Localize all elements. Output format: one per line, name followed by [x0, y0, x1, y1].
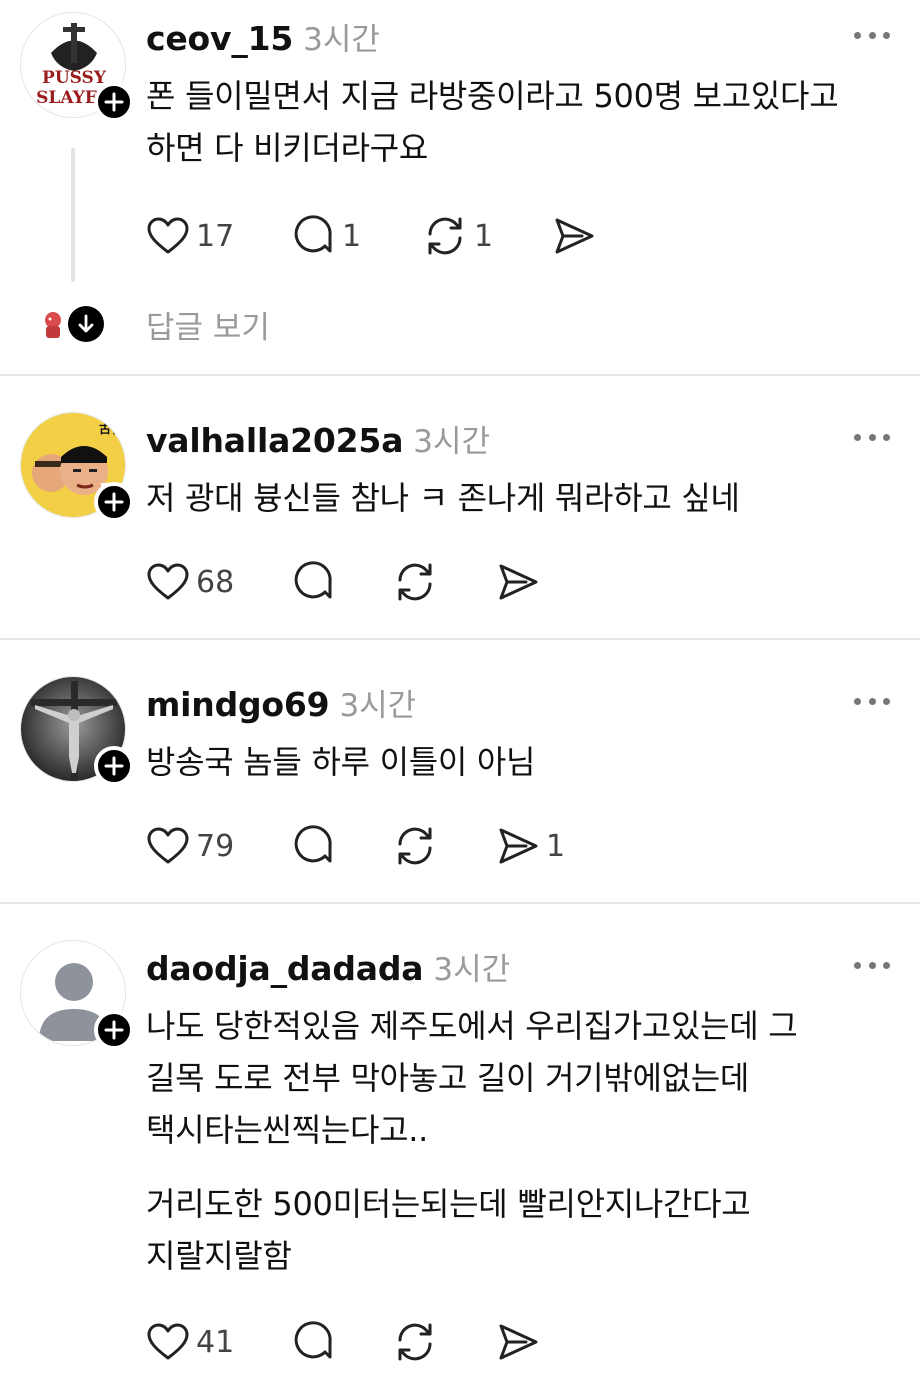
like-button[interactable]: 41: [146, 1318, 292, 1366]
post-text: 저 광대 븅신들 참나 ㅋ 존나게 뭐라하고 싶네: [146, 479, 740, 517]
repost-button[interactable]: [392, 1318, 496, 1366]
repost-button[interactable]: 1: [422, 212, 552, 260]
svg-text:古谷: 古谷: [99, 421, 124, 436]
comment-button[interactable]: 1: [292, 212, 422, 260]
timestamp: 3시간: [303, 22, 380, 58]
post-header: valhalla2025a 3시간: [146, 416, 490, 460]
follow-button[interactable]: [94, 1010, 134, 1050]
send-icon: [555, 218, 594, 254]
plus-icon: [104, 1020, 124, 1040]
share-count: 1: [546, 828, 566, 864]
plus-icon: [104, 492, 124, 512]
post-header: mindgo69 3시간: [146, 680, 416, 724]
repost-button[interactable]: [392, 822, 496, 870]
username[interactable]: mindgo69: [146, 685, 330, 724]
post-valhalla2025a: 古谷 valhalla2025a 3시간 저 광대 븅신들 참나 ㅋ 존나게 뭐…: [0, 376, 920, 640]
repost-icon: [398, 563, 432, 601]
follow-button[interactable]: [94, 746, 134, 786]
comment-button[interactable]: [292, 1318, 392, 1366]
comment-icon: [294, 561, 332, 599]
post-daodja_dadada: daodja_dadada 3시간 나도 당한적있음 제주도에서 우리집가고있는…: [0, 904, 920, 1388]
like-count: 41: [196, 1324, 235, 1360]
plus-icon: [104, 756, 124, 776]
heart-icon: [147, 1323, 189, 1360]
more-options-icon[interactable]: [854, 432, 890, 442]
plus-icon: [104, 92, 124, 112]
follow-button[interactable]: [94, 482, 134, 522]
timestamp: 3시간: [413, 424, 491, 460]
post-text: 나도 당한적있음 제주도에서 우리집가고있는데 그 길목 도로 전부 막아놓고 …: [146, 1007, 798, 1149]
post-ceov_15: PUSSY SLAYER ceov_15 3시간 폰 들이밀면서 지금 라방중이…: [0, 0, 920, 376]
action-bar: 41: [146, 1318, 576, 1366]
comment-button[interactable]: [292, 558, 392, 606]
comment-button[interactable]: [292, 822, 392, 870]
avatar[interactable]: [20, 940, 134, 1050]
share-button[interactable]: [496, 558, 576, 606]
action-bar: 68: [146, 558, 576, 606]
svg-text:PUSSY: PUSSY: [42, 68, 107, 88]
comment-icon: [294, 215, 332, 253]
share-button[interactable]: 1: [496, 822, 576, 870]
comment-count: 1: [342, 218, 362, 254]
reply-user-avatar: [40, 308, 66, 340]
comment-icon: [294, 825, 332, 863]
send-icon: [499, 828, 538, 864]
repost-count: 1: [474, 218, 494, 254]
more-options-icon[interactable]: [854, 696, 890, 706]
repost-icon: [428, 217, 462, 255]
view-replies-link[interactable]: 답글 보기: [146, 302, 270, 347]
like-button[interactable]: 68: [146, 558, 292, 606]
like-count: 79: [196, 828, 235, 864]
avatar[interactable]: PUSSY SLAYER: [20, 12, 134, 122]
share-button[interactable]: [552, 212, 632, 260]
post-text: 방송국 놈들 하루 이틀이 아님: [146, 743, 536, 781]
avatar[interactable]: 古谷: [20, 412, 134, 522]
repost-icon: [398, 827, 432, 865]
heart-icon: [147, 217, 189, 254]
username[interactable]: ceov_15: [146, 19, 293, 58]
heart-icon: [147, 827, 189, 864]
send-icon: [499, 564, 538, 600]
thread-line: [71, 148, 75, 282]
repost-button[interactable]: [392, 558, 496, 606]
reply-avatars[interactable]: [40, 302, 104, 346]
post-header: ceov_15 3시간: [146, 14, 380, 58]
username[interactable]: daodja_dadada: [146, 949, 424, 988]
timestamp: 3시간: [433, 952, 511, 988]
repost-icon: [398, 1323, 432, 1361]
like-count: 68: [196, 564, 235, 600]
post-text-paragraph-2: 거리도한 500미터는되는데 빨리안지나간다고 지랄지랄함: [146, 1185, 751, 1275]
timestamp: 3시간: [339, 688, 417, 724]
post-mindgo69: mindgo69 3시간 방송국 놈들 하루 이틀이 아님 79 1: [0, 640, 920, 904]
like-count: 17: [196, 218, 235, 254]
arrow-down-icon: [68, 306, 104, 342]
share-button[interactable]: [496, 1318, 576, 1366]
post-text: 폰 들이밀면서 지금 라방중이라고 500명 보고있다고 하면 다 비키더라구요: [146, 77, 839, 167]
action-bar: 17 1 1: [146, 212, 632, 260]
more-options-icon[interactable]: [854, 960, 890, 970]
avatar[interactable]: [20, 676, 134, 786]
action-bar: 79 1: [146, 822, 576, 870]
heart-icon: [147, 563, 189, 600]
username[interactable]: valhalla2025a: [146, 421, 403, 460]
follow-button[interactable]: [94, 82, 134, 122]
more-options-icon[interactable]: [854, 30, 890, 40]
like-button[interactable]: 79: [146, 822, 292, 870]
comment-icon: [294, 1321, 332, 1359]
like-button[interactable]: 17: [146, 212, 292, 260]
send-icon: [499, 1324, 538, 1360]
post-header: daodja_dadada 3시간: [146, 944, 510, 988]
